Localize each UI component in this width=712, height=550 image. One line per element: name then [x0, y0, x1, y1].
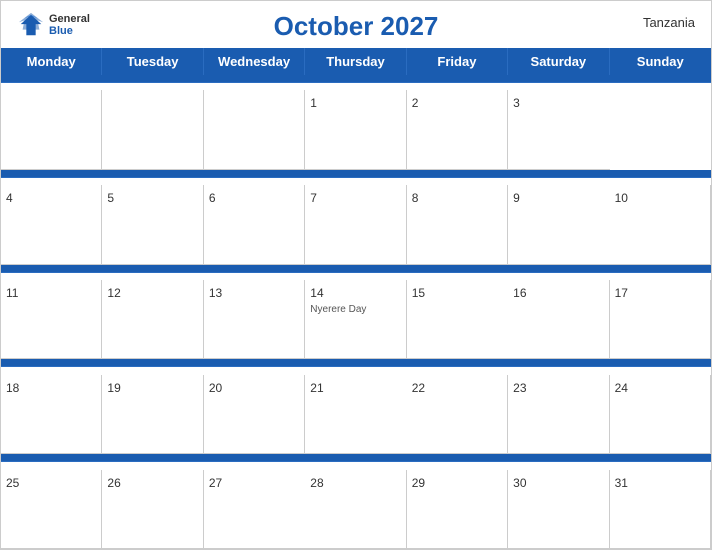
day-cell-empty-3: [204, 90, 305, 169]
day-number-5: 5: [107, 191, 114, 205]
row-divider-3: [1, 359, 711, 367]
day-number-16: 16: [513, 286, 526, 300]
day-cell-28: 28: [305, 470, 406, 549]
day-number-30: 30: [513, 476, 526, 490]
day-number-31: 31: [615, 476, 628, 490]
calendar-container: General Blue October 2027 Tanzania Monda…: [0, 0, 712, 550]
day-number-26: 26: [107, 476, 120, 490]
calendar-grid: 1 2 3 4 5 6 7 8 9 10: [1, 75, 711, 549]
day-number-27: 27: [209, 476, 222, 490]
day-cell-3: 3: [508, 90, 609, 169]
day-cell-empty-2: [102, 90, 203, 169]
day-cell-21: 21: [305, 375, 406, 454]
logo-blue: Blue: [49, 25, 90, 37]
day-number-2: 2: [412, 96, 419, 110]
day-cell-8: 8: [407, 185, 508, 264]
day-header-thursday: Thursday: [305, 48, 406, 75]
day-number-4: 4: [6, 191, 13, 205]
day-cell-26: 26: [102, 470, 203, 549]
day-header-saturday: Saturday: [508, 48, 609, 75]
logo-text: General Blue: [49, 13, 90, 37]
row-divider-0: [1, 75, 711, 83]
day-number-19: 19: [107, 381, 120, 395]
day-number-12: 12: [107, 286, 120, 300]
day-number-24: 24: [615, 381, 628, 395]
country-label: Tanzania: [643, 15, 695, 30]
day-cell-31: 31: [610, 470, 711, 549]
day-headers: Monday Tuesday Wednesday Thursday Friday…: [1, 48, 711, 75]
day-cell-4: 4: [1, 185, 102, 264]
day-cell-29: 29: [407, 470, 508, 549]
holiday-nyerere-day: Nyerere Day: [310, 304, 400, 315]
day-cell-30: 30: [508, 470, 609, 549]
day-number-29: 29: [412, 476, 425, 490]
day-cell-11: 11: [1, 280, 102, 359]
day-cell-9: 9: [508, 185, 609, 264]
day-number-13: 13: [209, 286, 222, 300]
month-title: October 2027: [274, 11, 439, 42]
row-divider-4: [1, 454, 711, 462]
day-number-18: 18: [6, 381, 19, 395]
day-number-10: 10: [615, 191, 628, 205]
day-cell-empty-1: [1, 90, 102, 169]
day-cell-27: 27: [204, 470, 305, 549]
day-number-7: 7: [310, 191, 317, 205]
day-cell-13: 13: [204, 280, 305, 359]
day-header-wednesday: Wednesday: [204, 48, 305, 75]
day-cell-7: 7: [305, 185, 406, 264]
day-cell-24: 24: [610, 375, 711, 454]
day-cell-6: 6: [204, 185, 305, 264]
day-cell-22: 22: [407, 375, 508, 454]
day-header-tuesday: Tuesday: [102, 48, 203, 75]
day-header-monday: Monday: [1, 48, 102, 75]
day-cell-14: 14 Nyerere Day: [305, 280, 406, 359]
day-number-17: 17: [615, 286, 628, 300]
calendar-header: General Blue October 2027 Tanzania: [1, 1, 711, 48]
day-cell-16: 16: [508, 280, 609, 359]
day-number-23: 23: [513, 381, 526, 395]
day-cell-18: 18: [1, 375, 102, 454]
day-number-11: 11: [6, 286, 18, 300]
day-number-14: 14: [310, 286, 323, 300]
day-number-9: 9: [513, 191, 520, 205]
day-cell-5: 5: [102, 185, 203, 264]
day-cell-15: 15: [407, 280, 508, 359]
day-cell-2: 2: [407, 90, 508, 169]
day-number-1: 1: [310, 96, 317, 110]
day-number-8: 8: [412, 191, 419, 205]
day-cell-17: 17: [610, 280, 711, 359]
logo-bird-icon: [17, 11, 45, 39]
row-divider-2: [1, 265, 711, 273]
day-number-3: 3: [513, 96, 520, 110]
day-number-22: 22: [412, 381, 425, 395]
day-number-15: 15: [412, 286, 425, 300]
day-cell-1: 1: [305, 90, 406, 169]
day-cell-23: 23: [508, 375, 609, 454]
logo: General Blue: [17, 11, 90, 39]
day-number-20: 20: [209, 381, 222, 395]
row-divider-1: [1, 170, 711, 178]
day-cell-10: 10: [610, 185, 711, 264]
day-number-6: 6: [209, 191, 216, 205]
day-number-25: 25: [6, 476, 19, 490]
day-header-sunday: Sunday: [610, 48, 711, 75]
day-header-friday: Friday: [407, 48, 508, 75]
day-number-21: 21: [310, 381, 323, 395]
day-cell-25: 25: [1, 470, 102, 549]
day-cell-12: 12: [102, 280, 203, 359]
day-cell-20: 20: [204, 375, 305, 454]
day-cell-19: 19: [102, 375, 203, 454]
day-number-28: 28: [310, 476, 323, 490]
logo-general: General: [49, 13, 90, 25]
